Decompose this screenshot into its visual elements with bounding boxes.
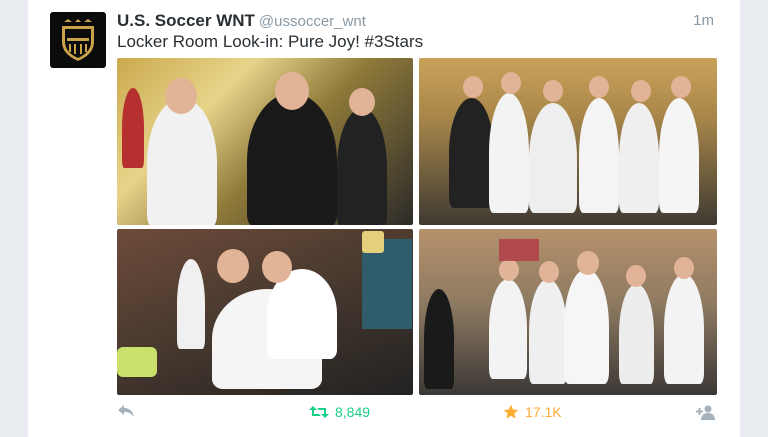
star-icon [503,404,519,419]
tweet-actions: 8,849 17.1K [28,404,740,426]
favorite-button[interactable]: 17.1K [503,404,562,420]
tweet-photo-4[interactable] [419,229,717,395]
tweet-card: U.S. Soccer WNT @ussoccer_wnt 1m Locker R… [28,0,740,437]
follow-button[interactable] [696,404,716,420]
reply-icon [118,405,134,417]
account-handle[interactable]: @ussoccer_wnt [259,13,366,30]
retweet-icon [309,406,329,418]
tweet-timestamp[interactable]: 1m [693,12,714,29]
ussoccer-crest-icon [62,19,94,61]
tweet-text: Locker Room Look-in: Pure Joy! #3Stars [117,32,424,51]
favorite-count: 17.1K [525,404,562,420]
follow-icon [696,405,715,420]
reply-button[interactable] [117,404,135,418]
tweet-photo-2[interactable] [419,58,717,225]
tweet-photo-1[interactable] [117,58,413,225]
avatar[interactable] [50,12,106,68]
retweet-count: 8,849 [335,404,371,420]
retweet-button[interactable]: 8,849 [309,404,370,420]
tweet-photo-3[interactable] [117,229,413,395]
account-name[interactable]: U.S. Soccer WNT [117,11,255,30]
account-name-row[interactable]: U.S. Soccer WNT @ussoccer_wnt [117,11,366,31]
